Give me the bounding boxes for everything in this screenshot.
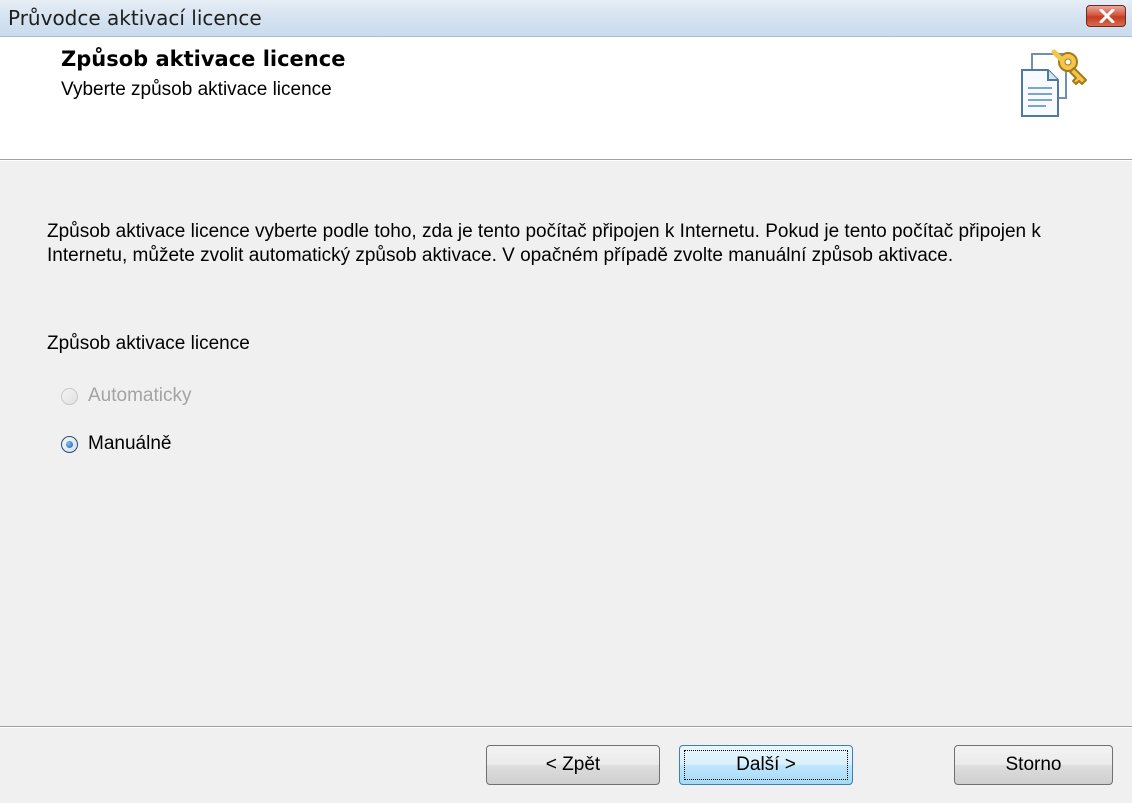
footer-divider-highlight bbox=[0, 727, 1132, 728]
next-button[interactable]: Další > bbox=[679, 745, 853, 785]
activation-method-label: Způsob aktivace licence bbox=[47, 333, 250, 354]
page-title: Způsob aktivace licence bbox=[61, 47, 346, 71]
radio-automatic-button[interactable] bbox=[61, 387, 78, 405]
close-button[interactable] bbox=[1086, 5, 1126, 27]
cancel-button[interactable]: Storno bbox=[954, 745, 1113, 785]
page-subtitle: Vyberte způsob aktivace licence bbox=[61, 79, 332, 100]
window-title: Průvodce aktivací licence bbox=[8, 6, 262, 30]
title-bar[interactable]: Průvodce aktivací licence bbox=[0, 0, 1132, 37]
radio-automatic[interactable]: Automaticky bbox=[61, 384, 191, 408]
radio-automatic-label: Automaticky bbox=[88, 385, 192, 406]
radio-manual[interactable]: Manuálně bbox=[61, 432, 171, 456]
license-activation-wizard-window: Průvodce aktivací licence Způsob aktivac… bbox=[0, 0, 1132, 803]
close-icon bbox=[1099, 9, 1115, 23]
header-divider bbox=[0, 160, 1132, 161]
radio-manual-label: Manuálně bbox=[88, 433, 172, 454]
focus-rectangle bbox=[684, 750, 848, 780]
license-key-document-icon bbox=[1014, 44, 1090, 125]
description-text: Způsob aktivace licence vyberte podle to… bbox=[47, 221, 1041, 266]
radio-manual-button[interactable] bbox=[61, 435, 78, 453]
back-button[interactable]: < Zpět bbox=[486, 745, 660, 785]
